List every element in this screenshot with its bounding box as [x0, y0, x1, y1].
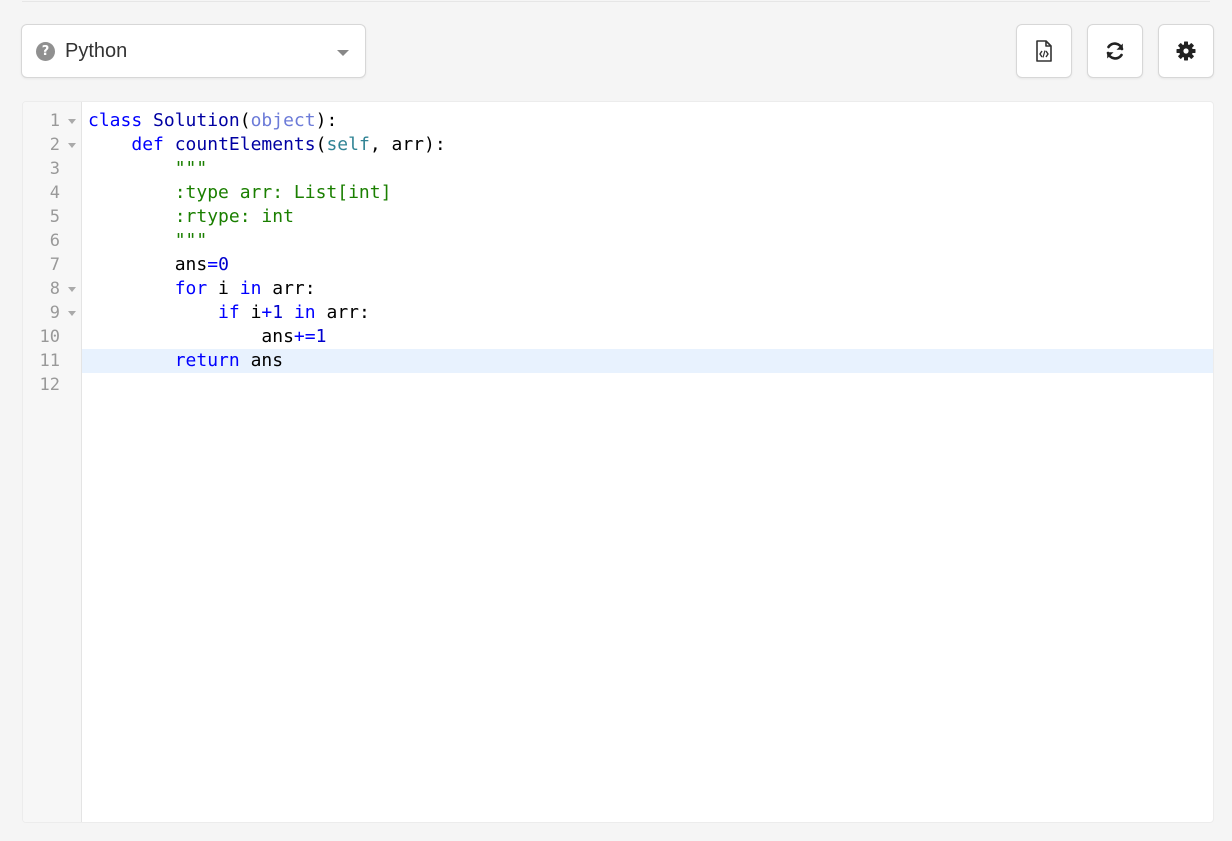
code-line[interactable]: ans+=1 [82, 325, 1213, 349]
line-number-text: 7 [49, 255, 60, 275]
line-number: 11 [23, 349, 81, 373]
language-label: Python [65, 39, 128, 62]
line-number-text: 2 [49, 135, 60, 155]
code-file-icon [1036, 40, 1052, 62]
help-icon[interactable]: ? [36, 41, 55, 61]
code-file-button[interactable] [1016, 24, 1072, 78]
reset-button[interactable] [1087, 24, 1143, 78]
code-token: self [326, 134, 370, 155]
line-number-text: 11 [39, 351, 60, 371]
code-token: ans [88, 326, 294, 347]
code-token: i [207, 278, 240, 299]
language-select[interactable]: ? Python [21, 24, 366, 78]
code-token: class [88, 110, 143, 131]
code-token: for [174, 278, 208, 299]
line-number: 1 [23, 109, 81, 133]
line-number-text: 12 [39, 375, 60, 395]
code-line[interactable]: """ [82, 157, 1213, 181]
code-token: arr: [261, 278, 316, 299]
line-number: 9 [23, 301, 81, 325]
refresh-icon [1106, 42, 1124, 60]
code-token: in [239, 278, 262, 299]
code-token: """ [174, 158, 208, 179]
code-token: Solution [153, 110, 240, 131]
line-number-text: 5 [49, 207, 60, 227]
line-number-text: 10 [39, 327, 60, 347]
code-token: ( [315, 134, 327, 155]
settings-button[interactable] [1158, 24, 1214, 78]
line-number: 2 [23, 133, 81, 157]
code-token: if [218, 302, 240, 323]
code-line[interactable]: :rtype: int [82, 205, 1213, 229]
code-token: 1 [272, 302, 284, 323]
line-number-text: 6 [49, 231, 60, 251]
top-divider [22, 0, 1210, 2]
code-token: ): [315, 110, 338, 131]
code-line[interactable]: def countElements(self, arr): [82, 133, 1213, 157]
code-token: ans [88, 254, 208, 275]
code-token: countElements [174, 134, 316, 155]
code-token: i [239, 302, 262, 323]
code-line[interactable]: return ans [82, 349, 1213, 373]
line-number-text: 8 [49, 279, 60, 299]
line-number: 5 [23, 205, 81, 229]
code-token: def [131, 134, 164, 155]
code-area[interactable]: class Solution(object): def countElement… [82, 109, 1213, 397]
code-token: arr: [315, 302, 370, 323]
code-line[interactable]: """ [82, 229, 1213, 253]
code-token: + [261, 302, 273, 323]
line-number-text: 9 [49, 303, 60, 323]
fold-arrow-icon[interactable] [68, 119, 76, 124]
code-token: in [293, 302, 316, 323]
code-line[interactable]: :type arr: List[int] [82, 181, 1213, 205]
gear-icon [1176, 41, 1196, 61]
fold-arrow-icon[interactable] [68, 311, 76, 316]
code-token: 0 [218, 254, 229, 275]
line-number: 3 [23, 157, 81, 181]
line-number-gutter: 1 2 3 4 5 6 7 8 9 10 11 12 [23, 102, 82, 822]
code-token: :type arr: List[int] [174, 182, 392, 203]
line-number-text: 3 [49, 159, 60, 179]
line-number-text: 4 [49, 183, 60, 203]
code-token: , arr): [369, 134, 446, 155]
line-number: 10 [23, 325, 81, 349]
line-number: 12 [23, 373, 81, 397]
code-token: return [174, 350, 240, 371]
code-line[interactable]: class Solution(object): [82, 109, 1213, 133]
code-editor[interactable]: 1 2 3 4 5 6 7 8 9 10 11 12 class Solution(object): … [22, 101, 1214, 823]
code-token: ans [239, 350, 284, 371]
line-number-text: 1 [49, 111, 60, 131]
code-token: = [207, 254, 219, 275]
line-number: 6 [23, 229, 81, 253]
code-token: += [293, 326, 316, 347]
code-line[interactable] [82, 373, 1213, 397]
fold-arrow-icon[interactable] [68, 287, 76, 292]
line-number: 8 [23, 277, 81, 301]
chevron-down-icon [337, 50, 349, 56]
line-number: 4 [23, 181, 81, 205]
line-number: 7 [23, 253, 81, 277]
code-token: """ [174, 230, 208, 251]
code-token: :rtype: int [174, 206, 294, 227]
code-line[interactable]: if i+1 in arr: [82, 301, 1213, 325]
fold-arrow-icon[interactable] [68, 143, 76, 148]
code-line[interactable]: ans=0 [82, 253, 1213, 277]
gutter-lines: 1 2 3 4 5 6 7 8 9 10 11 12 [23, 109, 81, 397]
code-token: 1 [315, 326, 327, 347]
code-token: ( [239, 110, 251, 131]
code-line[interactable]: for i in arr: [82, 277, 1213, 301]
code-token: object [250, 110, 316, 131]
